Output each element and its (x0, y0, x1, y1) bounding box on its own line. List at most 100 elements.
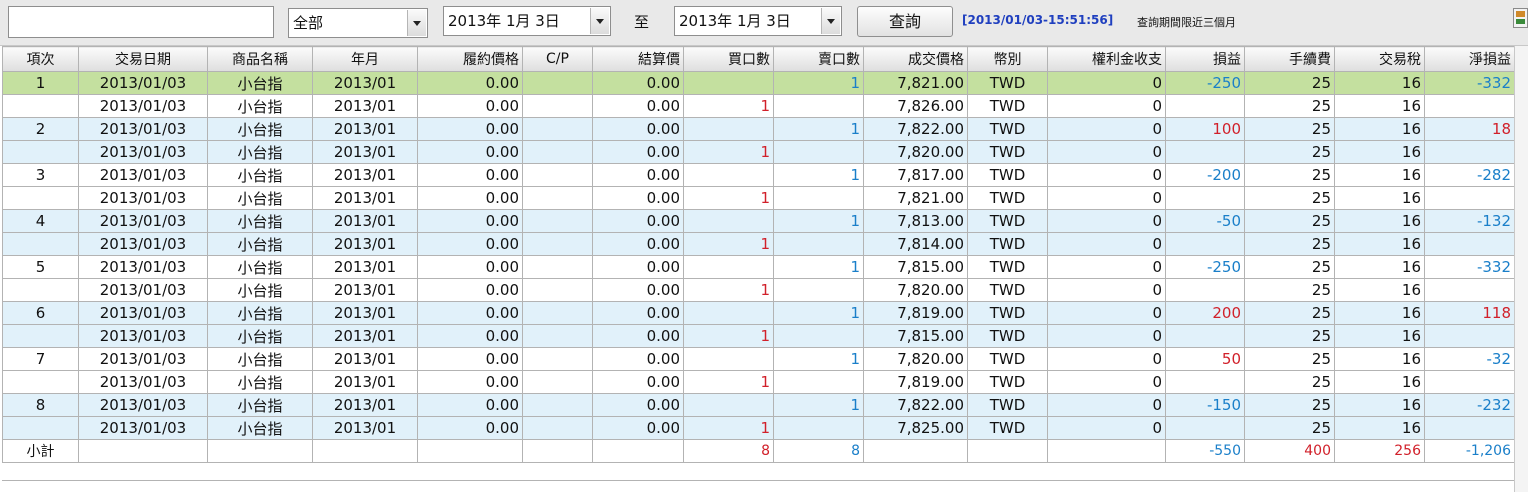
cell-tax: 16 (1334, 416, 1425, 440)
cell-cur: TWD (967, 347, 1048, 371)
cell-tax: 16 (1334, 370, 1425, 394)
start-date-picker[interactable]: 2013年 1月 3日 (443, 6, 611, 36)
column-header[interactable]: 賣口數 (773, 46, 864, 72)
cell-premium: 0 (1047, 209, 1166, 233)
cell-tax: 16 (1334, 163, 1425, 187)
table-body: 1 2013/01/03 小台指 2013/01 0.00 0.00 1 7,821.00 TW… (2, 71, 1515, 463)
cell-ym: 2013/01 (312, 416, 418, 440)
table-row[interactable]: 2013/01/03 小台指 2013/01 0.00 0.00 1 7,815.00 TWD… (2, 324, 1515, 348)
cell-product: 小台指 (207, 370, 313, 394)
column-header[interactable]: 交易日期 (78, 46, 208, 72)
chevron-down-icon[interactable] (407, 10, 426, 36)
account-field[interactable] (8, 6, 274, 38)
cell-tax: 16 (1334, 71, 1425, 95)
cell-sell: 1 (773, 209, 864, 233)
table-row[interactable]: 2013/01/03 小台指 2013/01 0.00 0.00 1 7,825.00 TWD… (2, 416, 1515, 440)
cell-ym: 2013/01 (312, 71, 418, 95)
cell-fee: 25 (1244, 347, 1335, 371)
table-row[interactable]: 5 2013/01/03 小台指 2013/01 0.00 0.00 1 7,815.00 TW… (2, 255, 1515, 279)
cell-fee: 25 (1244, 393, 1335, 417)
table-row[interactable]: 2013/01/03 小台指 2013/01 0.00 0.00 1 7,826.00 TWD… (2, 94, 1515, 118)
chevron-down-icon[interactable] (590, 8, 609, 34)
cell-product: 小台指 (207, 186, 313, 210)
column-header[interactable]: 年月 (312, 46, 418, 72)
cell-settle: 0.00 (592, 209, 684, 233)
cell-ym: 2013/01 (312, 324, 418, 348)
column-header[interactable]: 手續費 (1244, 46, 1335, 72)
cell-premium: 0 (1047, 255, 1166, 279)
column-header[interactable]: C/P (522, 46, 593, 72)
chevron-down-icon[interactable] (821, 8, 840, 34)
cell-sell (773, 94, 864, 118)
vertical-scrollbar[interactable] (1514, 46, 1528, 492)
subtotal-fee: 400 (1244, 439, 1335, 463)
column-header[interactable]: 幣別 (967, 46, 1048, 72)
column-header[interactable]: 買口數 (683, 46, 774, 72)
subtotal-cell (967, 439, 1048, 463)
table-row[interactable]: 2013/01/03 小台指 2013/01 0.00 0.00 1 7,814.00 TWD… (2, 232, 1515, 256)
cell-ym: 2013/01 (312, 117, 418, 141)
cell-settle: 0.00 (592, 347, 684, 371)
cell-premium: 0 (1047, 186, 1166, 210)
cell-product: 小台指 (207, 393, 313, 417)
column-header[interactable]: 商品名稱 (207, 46, 313, 72)
cell-premium: 0 (1047, 117, 1166, 141)
cell-premium: 0 (1047, 94, 1166, 118)
table-row[interactable]: 3 2013/01/03 小台指 2013/01 0.00 0.00 1 7,817.00 TW… (2, 163, 1515, 187)
table-row[interactable]: 1 2013/01/03 小台指 2013/01 0.00 0.00 1 7,821.00 TW… (2, 71, 1515, 95)
export-excel-icon[interactable] (1513, 8, 1528, 28)
cell-cp (522, 393, 593, 417)
cell-product: 小台指 (207, 324, 313, 348)
cell-no: 2 (2, 117, 79, 141)
table-row[interactable]: 2 2013/01/03 小台指 2013/01 0.00 0.00 1 7,822.00 TW… (2, 117, 1515, 141)
cell-pl (1165, 324, 1245, 348)
cell-date: 2013/01/03 (78, 324, 208, 348)
column-header[interactable]: 結算價 (592, 46, 684, 72)
table-row[interactable]: 2013/01/03 小台指 2013/01 0.00 0.00 1 7,821.00 TWD… (2, 186, 1515, 210)
cell-tax: 16 (1334, 117, 1425, 141)
column-header[interactable]: 損益 (1165, 46, 1245, 72)
cell-cur: TWD (967, 71, 1048, 95)
cell-cur: TWD (967, 140, 1048, 164)
cell-settle: 0.00 (592, 186, 684, 210)
column-header[interactable]: 成交價格 (863, 46, 968, 72)
cell-price: 7,826.00 (863, 94, 968, 118)
cell-strike: 0.00 (417, 140, 523, 164)
column-header[interactable]: 項次 (2, 46, 79, 72)
cell-buy (683, 209, 774, 233)
table-row[interactable]: 2013/01/03 小台指 2013/01 0.00 0.00 1 7,820.00 TWD… (2, 278, 1515, 302)
subtotal-cell (592, 439, 684, 463)
cell-fee: 25 (1244, 163, 1335, 187)
cell-tax: 16 (1334, 255, 1425, 279)
column-header[interactable]: 履約價格 (417, 46, 523, 72)
column-header[interactable]: 交易稅 (1334, 46, 1425, 72)
cell-sell: 1 (773, 393, 864, 417)
cell-sell: 1 (773, 71, 864, 95)
cell-net: -32 (1424, 347, 1515, 371)
column-header[interactable]: 淨損益 (1424, 46, 1515, 72)
subtotal-net: -1,206 (1424, 439, 1515, 463)
table-row[interactable]: 2013/01/03 小台指 2013/01 0.00 0.00 1 7,819.00 TWD… (2, 370, 1515, 394)
cell-product: 小台指 (207, 209, 313, 233)
cell-price: 7,822.00 (863, 117, 968, 141)
cell-buy: 1 (683, 94, 774, 118)
column-header[interactable]: 權利金收支 (1047, 46, 1166, 72)
table-row[interactable]: 7 2013/01/03 小台指 2013/01 0.00 0.00 1 7,820.00 TW… (2, 347, 1515, 371)
cell-no: 7 (2, 347, 79, 371)
query-button[interactable]: 查詢 (857, 6, 953, 37)
cell-cur: TWD (967, 186, 1048, 210)
table-row[interactable]: 8 2013/01/03 小台指 2013/01 0.00 0.00 1 7,822.00 TW… (2, 393, 1515, 417)
cell-strike: 0.00 (417, 209, 523, 233)
cell-pl: -250 (1165, 71, 1245, 95)
table-row[interactable]: 4 2013/01/03 小台指 2013/01 0.00 0.00 1 7,813.00 TW… (2, 209, 1515, 233)
subtotal-row: 小計 8 8 -550 400 256 -1,206 (2, 439, 1515, 463)
cell-settle: 0.00 (592, 370, 684, 394)
end-date-picker[interactable]: 2013年 1月 3日 (674, 6, 842, 36)
cell-date: 2013/01/03 (78, 370, 208, 394)
cell-premium: 0 (1047, 347, 1166, 371)
category-select[interactable]: 全部 (288, 8, 428, 38)
table-row[interactable]: 6 2013/01/03 小台指 2013/01 0.00 0.00 1 7,819.00 TW… (2, 301, 1515, 325)
query-timestamp: [2013/01/03-15:51:56] (962, 13, 1114, 27)
cell-sell (773, 370, 864, 394)
table-row[interactable]: 2013/01/03 小台指 2013/01 0.00 0.00 1 7,820.00 TWD… (2, 140, 1515, 164)
